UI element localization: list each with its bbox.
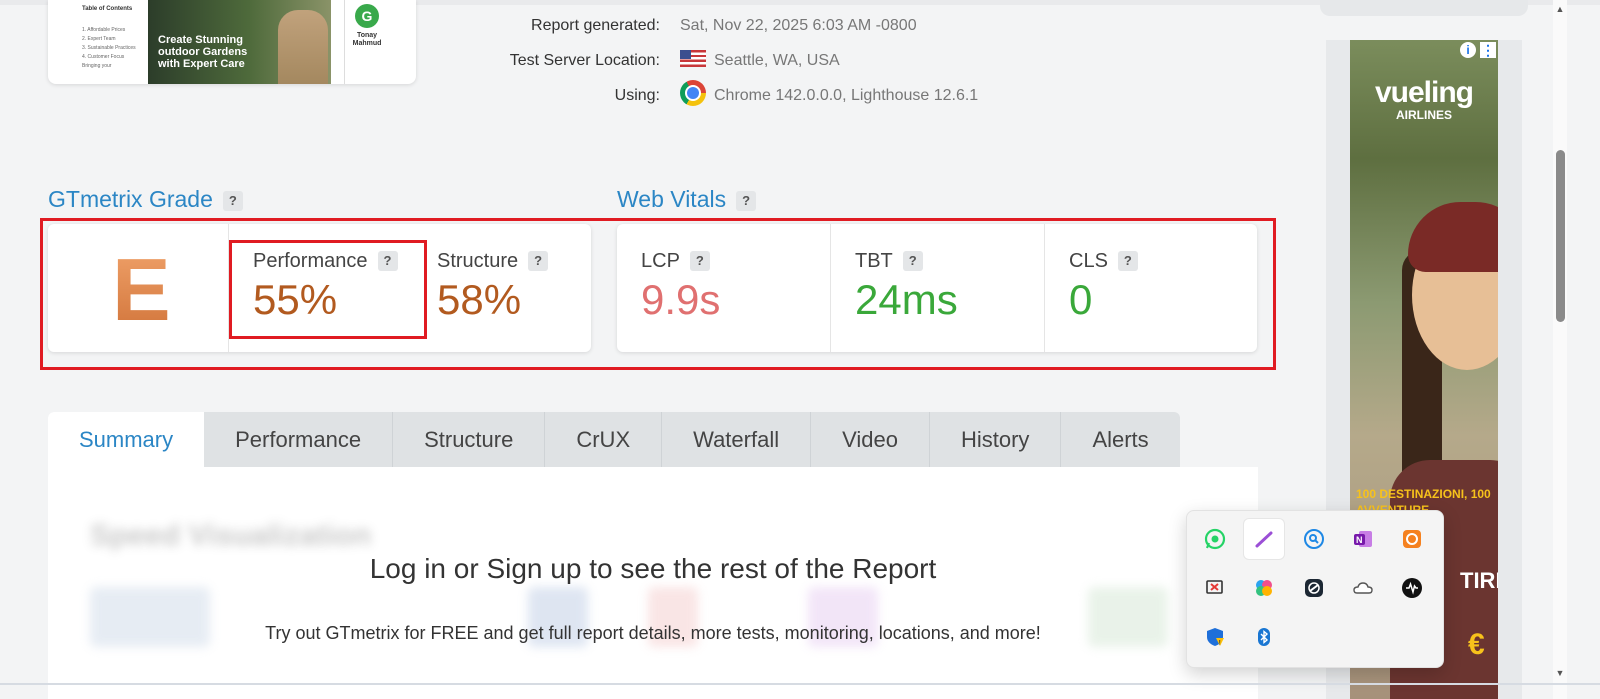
- login-cta-title[interactable]: Log in or Sign up to see the rest of the…: [48, 553, 1258, 585]
- chrome-icon: [680, 80, 706, 106]
- whatsapp-icon[interactable]: [1195, 519, 1235, 559]
- bottom-border: [0, 683, 1600, 685]
- scroll-up-icon[interactable]: ▲: [1554, 4, 1566, 14]
- tab-alerts[interactable]: Alerts: [1061, 412, 1179, 468]
- using-row: Using: Chrome 142.0.0.0, Lighthouse 12.6…: [410, 80, 1110, 112]
- report-generated-value: Sat, Nov 22, 2025 6:03 AM -0800: [680, 17, 917, 34]
- svg-text:!: !: [1219, 641, 1221, 647]
- thumbnail-toc-item: 4. Customer Focus: [82, 54, 125, 60]
- ad-menu-icon[interactable]: ⋮: [1480, 42, 1496, 58]
- ad-hat: [1408, 202, 1498, 272]
- audio-app-icon[interactable]: [1392, 568, 1432, 608]
- tab-structure[interactable]: Structure: [393, 412, 546, 468]
- thumbnail-toc-item: 3. Sustainable Practices: [82, 45, 136, 51]
- tab-history[interactable]: History: [930, 412, 1062, 468]
- using-value: Chrome 142.0.0.0, Lighthouse 12.6.1: [714, 87, 979, 104]
- performance-highlight-box: [229, 240, 427, 339]
- thumbnail-toc-item: 1. Affordable Prices: [82, 27, 126, 33]
- report-generated-label: Report generated:: [531, 17, 660, 34]
- tab-waterfall[interactable]: Waterfall: [662, 412, 812, 468]
- ad-euro-text: €: [1468, 628, 1485, 661]
- report-generated-row: Report generated: Sat, Nov 22, 2025 6:03…: [410, 10, 1110, 42]
- us-flag-icon: [680, 50, 706, 67]
- svg-text:N: N: [1356, 535, 1363, 545]
- gtmetrix-grade-title: GTmetrix Grade: [48, 186, 213, 212]
- scroll-down-icon[interactable]: ▼: [1554, 668, 1566, 678]
- tab-summary[interactable]: Summary: [48, 412, 205, 468]
- page-screenshot-thumbnail[interactable]: Table of Contents 1. Affordable Prices 2…: [48, 0, 416, 84]
- grade-help-icon[interactable]: ?: [222, 191, 243, 211]
- bluetooth-icon[interactable]: [1244, 617, 1284, 657]
- server-location-value: Seattle, WA, USA: [714, 52, 840, 69]
- thumbnail-hero-person: [278, 10, 328, 84]
- thumbnail-toc-title: Table of Contents: [82, 6, 133, 12]
- tab-crux[interactable]: CrUX: [545, 412, 663, 468]
- thumbnail-hero-image: Create Stunning outdoor Gardens with Exp…: [148, 0, 331, 84]
- onenote-icon[interactable]: N: [1343, 519, 1383, 559]
- thumbnail-toc-item: Bringing your: [82, 63, 112, 69]
- ad-frame-top: [1320, 0, 1528, 16]
- report-tabs: Summary Performance Structure CrUX Water…: [48, 412, 1180, 468]
- server-location-label: Test Server Location:: [509, 52, 660, 69]
- no-chat-icon[interactable]: [1195, 568, 1235, 608]
- scrollbar-thumb[interactable]: [1556, 150, 1565, 322]
- onedrive-icon[interactable]: [1343, 568, 1383, 608]
- summary-panel: Speed Visualization Log in or Sign up to…: [48, 467, 1258, 699]
- metrics-highlight-box: [40, 218, 1276, 370]
- web-vitals-heading: Web Vitals?: [617, 186, 757, 213]
- search-app-icon[interactable]: [1294, 519, 1334, 559]
- author-logo-icon: G: [355, 4, 379, 28]
- login-cta-text: Try out GTmetrix for FREE and get full r…: [265, 623, 1041, 643]
- thumbnail-hero-text: Create Stunning outdoor Gardens with Exp…: [158, 34, 248, 70]
- page-scrollbar[interactable]: [1553, 0, 1567, 699]
- system-tray-flyout: N !: [1186, 510, 1444, 668]
- dark-app-icon[interactable]: [1294, 568, 1334, 608]
- author-name: Tonay Mahmud: [352, 32, 382, 47]
- tab-performance[interactable]: Performance: [204, 412, 394, 468]
- server-location-row: Test Server Location: Seattle, WA, USA: [410, 45, 1110, 77]
- blurred-heading: Speed Visualization: [90, 519, 372, 552]
- ad-info-icon[interactable]: i: [1460, 42, 1476, 58]
- thumbnail-toc-item: 2. Expert Team: [82, 36, 116, 42]
- copilot-icon[interactable]: [1244, 568, 1284, 608]
- thumbnail-author: G Tonay Mahmud: [344, 0, 389, 84]
- gtmetrix-grade-heading: GTmetrix Grade?: [48, 186, 243, 213]
- ad-brand-logo: vueling: [1374, 76, 1474, 109]
- ad-tire-text: TIRE: [1460, 568, 1498, 593]
- vitals-help-icon[interactable]: ?: [736, 191, 757, 211]
- web-vitals-title: Web Vitals: [617, 186, 727, 212]
- orange-app-icon[interactable]: [1392, 519, 1432, 559]
- using-label: Using:: [614, 87, 660, 104]
- thumbnail-toc-items: 1. Affordable Prices 2. Expert Team 3. S…: [82, 26, 136, 71]
- defender-icon[interactable]: !: [1195, 617, 1235, 657]
- tab-video[interactable]: Video: [811, 412, 930, 468]
- ad-brand-sub: AIRLINES: [1395, 108, 1452, 122]
- pen-icon[interactable]: [1244, 519, 1284, 559]
